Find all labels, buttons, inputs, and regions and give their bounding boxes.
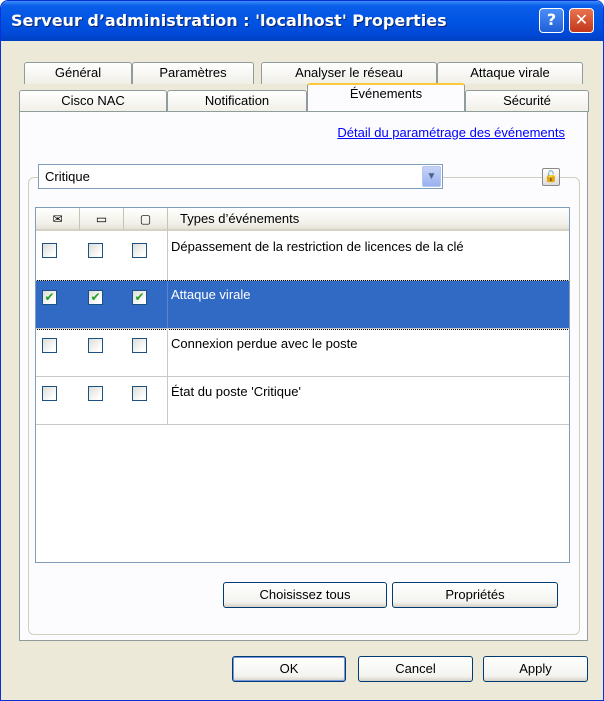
title-bar[interactable]: Serveur d’administration : 'localhost' P… — [1, 1, 603, 41]
tab-attaque-virale[interactable]: Attaque virale — [437, 62, 583, 84]
log-icon[interactable]: ▢ — [124, 208, 168, 230]
log-checkbox[interactable] — [132, 338, 147, 353]
column-divider — [167, 231, 168, 280]
event-types-header[interactable]: Types d’événements — [168, 208, 569, 230]
screen-icon[interactable]: ▭ — [80, 208, 124, 230]
close-button[interactable]: ✕ — [569, 8, 594, 33]
screen-checkbox[interactable] — [88, 386, 103, 401]
log-checkbox[interactable] — [132, 386, 147, 401]
tab-notification[interactable]: Notification — [167, 90, 307, 112]
unlock-icon[interactable]: 🔓 — [542, 168, 560, 186]
cancel-button[interactable]: Cancel — [358, 656, 473, 682]
events-panel: Détail du paramétrage des événements Cri… — [19, 111, 588, 641]
chevron-down-icon[interactable]: ▼ — [422, 166, 441, 187]
event-type-label: État du poste 'Critique' — [171, 384, 301, 399]
tab-general[interactable]: Général — [24, 62, 132, 84]
help-button[interactable]: ? — [539, 8, 564, 33]
mail-checkbox[interactable] — [42, 386, 57, 401]
ok-button[interactable]: OK — [232, 656, 346, 682]
log-checkbox[interactable]: ✔ — [132, 290, 147, 305]
column-divider — [167, 329, 168, 376]
severity-select[interactable]: Critique ▼ — [38, 164, 443, 189]
event-types-list[interactable]: ✉ ▭ ▢ Types d’événements Dépassement de … — [35, 207, 570, 563]
screen-checkbox[interactable]: ✔ — [88, 290, 103, 305]
window-title: Serveur d’administration : 'localhost' P… — [11, 11, 447, 30]
table-row[interactable]: Connexion perdue avec le poste — [36, 329, 569, 377]
list-header: ✉ ▭ ▢ Types d’événements — [36, 208, 569, 231]
log-checkbox[interactable] — [132, 243, 147, 258]
mail-checkbox[interactable] — [42, 243, 57, 258]
event-type-label: Dépassement de la restriction de licence… — [171, 239, 464, 254]
column-divider — [167, 281, 168, 328]
tab-cisco-nac[interactable]: Cisco NAC — [19, 90, 167, 112]
mail-icon[interactable]: ✉ — [36, 208, 80, 230]
event-settings-link[interactable]: Détail du paramétrage des événements — [337, 125, 565, 140]
mail-checkbox[interactable] — [42, 338, 57, 353]
tab-analyser-le-reseau[interactable]: Analyser le réseau — [261, 62, 437, 84]
column-divider — [167, 377, 168, 424]
properties-button[interactable]: Propriétés — [392, 582, 558, 608]
event-type-label: Connexion perdue avec le poste — [171, 336, 358, 351]
tab-parametres[interactable]: Paramètres — [132, 62, 254, 84]
severity-value: Critique — [45, 169, 90, 184]
mail-checkbox[interactable]: ✔ — [42, 290, 57, 305]
tab-securite[interactable]: Sécurité — [465, 90, 589, 112]
event-type-label: Attaque virale — [171, 287, 251, 302]
table-row-selected[interactable]: ✔ ✔ ✔ Attaque virale — [36, 280, 569, 330]
table-row[interactable]: État du poste 'Critique' — [36, 377, 569, 425]
screen-checkbox[interactable] — [88, 338, 103, 353]
properties-dialog: Serveur d’administration : 'localhost' P… — [0, 0, 604, 701]
screen-checkbox[interactable] — [88, 243, 103, 258]
select-all-button[interactable]: Choisissez tous — [223, 582, 387, 608]
apply-button[interactable]: Apply — [483, 656, 588, 682]
tab-evenements[interactable]: Événements — [307, 83, 465, 111]
table-row[interactable]: Dépassement de la restriction de licence… — [36, 231, 569, 281]
